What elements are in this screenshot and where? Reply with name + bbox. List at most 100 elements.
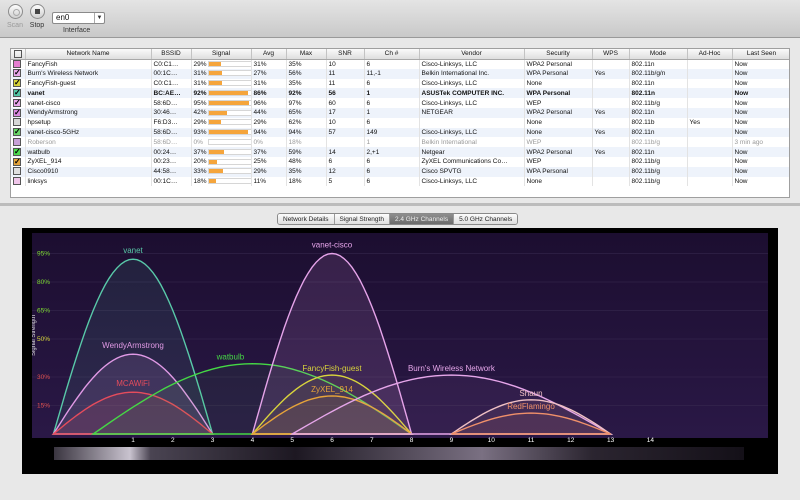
column-header-vendor[interactable]: Vendor (419, 49, 525, 60)
row-checkbox[interactable] (13, 138, 21, 147)
table-row[interactable]: vanet-cisco58:6D…95% 96%97%606Cisco-Links… (11, 98, 789, 108)
tab-network-details[interactable]: Network Details (278, 214, 335, 224)
row-checkbox[interactable] (13, 157, 21, 166)
tab-5-0-ghz-channels[interactable]: 5.0 GHz Channels (454, 214, 518, 224)
row-checkbox[interactable] (13, 69, 21, 78)
table-row[interactable]: FancyFish C0:C1… 29% 31% 35% 10 6 Cisco-Linksys… (11, 59, 789, 69)
row-checkbox[interactable] (13, 88, 21, 98)
signal-bar-fill (208, 81, 222, 86)
cell-wps (592, 59, 630, 69)
cell-name: FancyFish (25, 59, 152, 69)
cell-snr: 11 (326, 78, 365, 89)
cell-avg: 44% (251, 107, 287, 118)
table-row[interactable]: Burn's Wireless Network00:1C…31%27%56%11… (11, 68, 789, 79)
signal-bar (207, 99, 250, 106)
table-row[interactable]: ZyXEL_91400:23…20%25%48%66ZyXEL Communic… (11, 156, 789, 167)
column-header-signal[interactable]: Signal (191, 49, 252, 60)
table-row[interactable]: WendyArmstrong30:46…42% 44%65%171NETGEARW… (11, 107, 789, 118)
cell-bssid: F6:D3… (151, 117, 192, 128)
cell-vendor: Cisco SPVTG (419, 166, 525, 177)
table-row[interactable]: Cisco0910 44:58… 33% 29% 35% 12 6 Cisco SPVTG WP… (11, 166, 789, 177)
row-checkbox[interactable] (13, 128, 21, 137)
row-checkbox[interactable] (13, 167, 21, 176)
column-header-max[interactable]: Max (286, 49, 327, 60)
table-row[interactable]: FancyFish-guestC0:C1…31%31%35%116Cisco-L… (11, 78, 789, 89)
cell-avg: 0% (251, 137, 287, 148)
stop-button[interactable]: Stop (24, 4, 50, 29)
cell-ch: 6 (364, 166, 420, 177)
signal-bar (207, 168, 250, 175)
cell-snr: 10 (326, 117, 365, 128)
cell-max: 92% (286, 88, 327, 99)
cell-avg: 31% (251, 78, 287, 89)
y-tick-label: 15% (37, 403, 50, 410)
cell-vendor: Cisco-Linksys, LLC (419, 98, 525, 108)
column-header-bssid[interactable]: BSSID (151, 49, 192, 60)
signal-bar (207, 90, 250, 97)
cell-wps: Yes (592, 147, 630, 157)
row-checkbox[interactable] (13, 59, 21, 68)
interface-select[interactable]: en0 ▼ (52, 12, 105, 24)
table-row[interactable]: Roberson 58:6D… 0% 0% 18% 1 Belkin Internation… (11, 137, 789, 148)
column-header-network-name[interactable]: Network Name (25, 49, 152, 60)
signal-bar (207, 119, 250, 126)
signal-cell: 37% (191, 147, 252, 157)
cell-adhoc: Yes (687, 117, 733, 128)
cell-wps (592, 117, 630, 128)
cell-security: None (524, 78, 593, 89)
column-header-wps[interactable]: WPS (592, 49, 630, 60)
cell-snr: 11 (326, 68, 365, 79)
cell-snr: 6 (326, 156, 365, 167)
row-checkbox[interactable] (13, 108, 21, 117)
signal-value: 92% (193, 89, 207, 97)
row-checkbox[interactable] (13, 177, 21, 186)
table-row[interactable]: hpsetup F6:D3… 29% 29% 62% 10 6 None 802.11b Yes N… (11, 117, 789, 128)
signal-cell: 93% (191, 127, 252, 138)
signal-bar-fill (208, 120, 221, 125)
signal-bar (207, 80, 250, 87)
cell-name: Cisco0910 (25, 166, 152, 177)
signal-cell: 29% (191, 117, 252, 128)
row-checkbox[interactable] (13, 98, 21, 107)
cell-security: WPA Personal (524, 68, 593, 79)
cell-ch: 2,+1 (364, 147, 420, 157)
signal-value: 37% (193, 148, 207, 156)
select-all-header[interactable] (11, 49, 26, 60)
column-header-last-seen[interactable]: Last Seen (732, 49, 789, 60)
cell-wps (592, 137, 630, 148)
row-checkbox-cell (11, 156, 26, 167)
cell-wps (592, 166, 630, 177)
cell-vendor: Cisco-Linksys, LLC (419, 78, 525, 89)
row-checkbox[interactable] (13, 118, 21, 127)
column-header-avg[interactable]: Avg (251, 49, 287, 60)
pane-splitter[interactable] (0, 203, 800, 206)
table-row[interactable]: watbulb00:24…37%37%59%142,+1NetgearWPA2 … (11, 147, 789, 157)
row-checkbox[interactable] (13, 79, 21, 88)
signal-value: 33% (193, 168, 207, 176)
column-header-ad-hoc[interactable]: Ad-Hoc (687, 49, 733, 60)
column-header-snr[interactable]: SNR (326, 49, 365, 60)
column-header-mode[interactable]: Mode (629, 49, 688, 60)
select-all-checkbox[interactable] (13, 49, 22, 58)
network-table: Network Name BSSID Signal Avg Max SNR Ch # Vend… (10, 48, 790, 198)
cell-ch: 6 (364, 78, 420, 89)
cell-name: vanet-cisco (25, 98, 152, 108)
signal-cell: 92% (191, 88, 252, 99)
table-row[interactable]: vanetBC:AE…92%86%92%561ASUSTek COMPUTER … (11, 88, 789, 99)
column-header-ch-[interactable]: Ch # (364, 49, 420, 60)
tab-2-4-ghz-channels[interactable]: 2.4 GHz Channels (389, 214, 455, 224)
row-checkbox-cell (11, 137, 26, 148)
cell-vendor (419, 117, 525, 128)
chevron-down-icon[interactable]: ▼ (94, 13, 104, 23)
cell-security: WPA2 Personal (524, 107, 593, 118)
cell-wps: Yes (592, 107, 630, 118)
row-checkbox[interactable] (13, 147, 21, 156)
cell-avg: 11% (251, 176, 287, 187)
table-row[interactable]: vanet-cisco-5GHz58:6D…93%94%94%57149Cisc… (11, 127, 789, 138)
table-row[interactable]: linksys 00:1C… 18% 11% 18% 5 6 Cisco-Linksys, L… (11, 176, 789, 187)
column-header-security[interactable]: Security (524, 49, 593, 60)
tab-signal-strength[interactable]: Signal Strength (334, 214, 390, 224)
cell-bssid: 00:1C… (151, 176, 192, 187)
cell-ch: 6 (364, 156, 420, 167)
cell-mode: 802.11n (629, 127, 688, 138)
